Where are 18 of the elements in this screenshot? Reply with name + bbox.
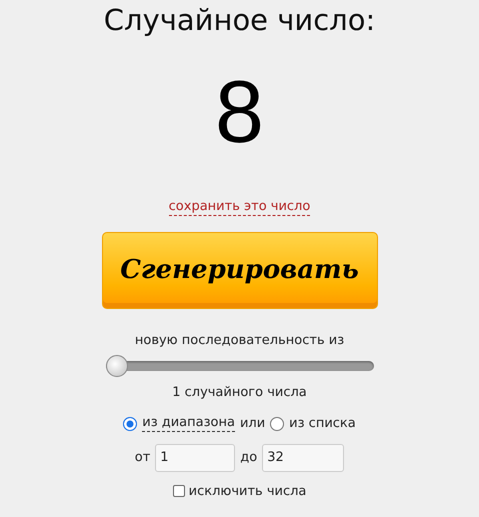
range-option-label[interactable]: из диапазона [142, 415, 235, 432]
slider-thumb[interactable] [106, 354, 128, 376]
from-label: от [134, 448, 150, 467]
exclude-label: исключить числа [188, 482, 306, 500]
radio-button[interactable] [123, 416, 138, 431]
list-option-label[interactable]: из списка [289, 414, 356, 434]
random-number: 8 [215, 62, 264, 162]
from-field[interactable]: 1 [155, 444, 236, 472]
to-field[interactable]: 32 [262, 444, 344, 472]
exclude-checkbox[interactable] [172, 485, 185, 498]
radio-button[interactable] [270, 416, 284, 431]
page-title: Случайное число: [104, 2, 376, 38]
count-text: 1 случайного числа [172, 384, 307, 402]
to-label: до [240, 448, 258, 467]
or-text: или [240, 415, 266, 433]
save-number-link[interactable]: сохранить это число [168, 198, 310, 216]
generate-button[interactable]: Сгенерировать [102, 232, 378, 309]
sequence-label: новую последовательность из [134, 332, 344, 350]
